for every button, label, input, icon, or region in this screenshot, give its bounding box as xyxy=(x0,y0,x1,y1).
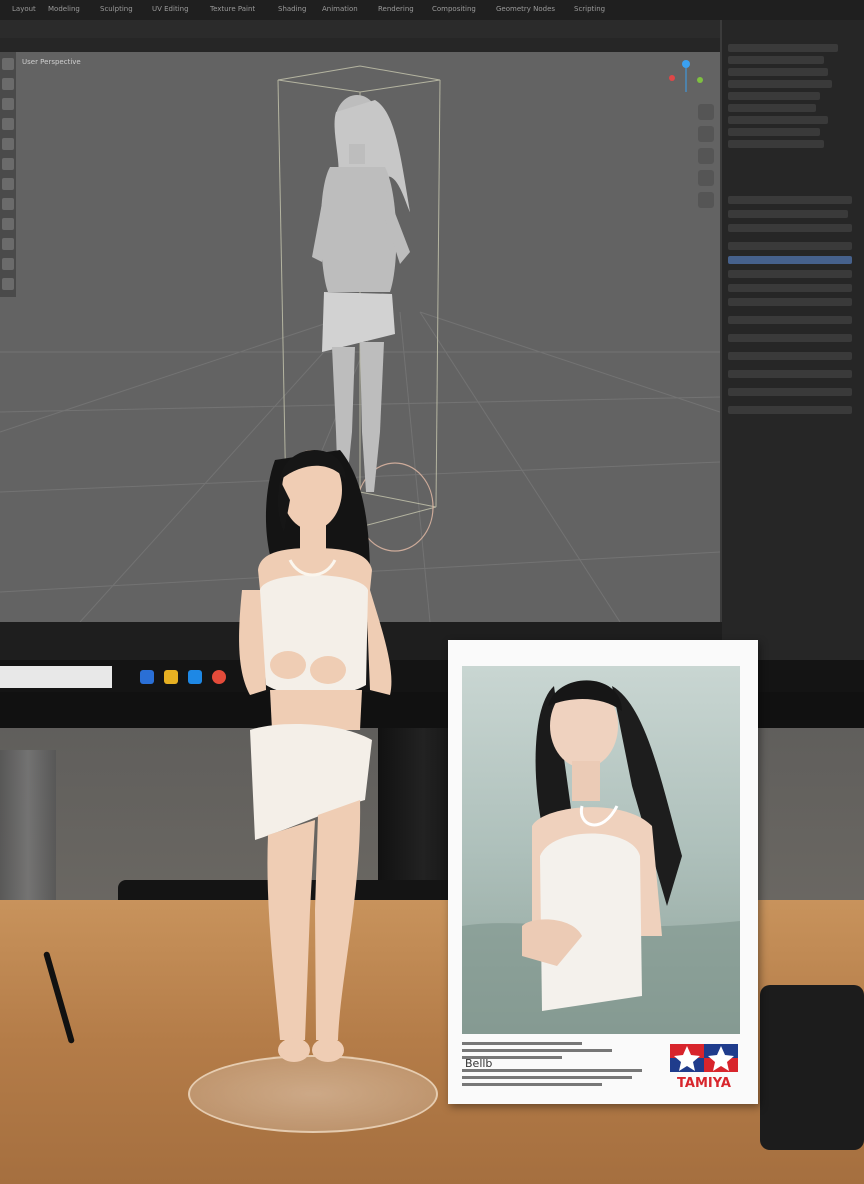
outliner-row[interactable] xyxy=(728,56,824,64)
outliner-row[interactable] xyxy=(728,68,828,76)
properties-row[interactable] xyxy=(728,352,852,360)
outliner-row[interactable] xyxy=(728,128,820,136)
properties-row[interactable] xyxy=(728,316,852,324)
properties-panel xyxy=(722,20,864,660)
move-tool-icon[interactable] xyxy=(2,98,14,110)
taskbar-search[interactable] xyxy=(0,666,112,688)
properties-row[interactable] xyxy=(728,388,852,396)
properties-row[interactable] xyxy=(728,224,852,232)
extrude-tool-icon[interactable] xyxy=(2,238,14,250)
menu-item: Modeling xyxy=(48,5,80,13)
properties-row[interactable] xyxy=(728,242,852,250)
menu-item: Sculpting xyxy=(100,5,133,13)
transform-tool-icon[interactable] xyxy=(2,158,14,170)
viewport-nav-buttons xyxy=(698,104,714,208)
menu-item: Layout xyxy=(12,5,36,13)
header-toolbar xyxy=(0,20,720,38)
menu-item: Scripting xyxy=(574,5,606,13)
sub-toolbar xyxy=(0,38,720,52)
outliner-row[interactable] xyxy=(728,80,832,88)
cursor-tool-icon[interactable] xyxy=(2,78,14,90)
annotate-tool-icon[interactable] xyxy=(2,178,14,190)
tamiya-star-icon xyxy=(670,1044,738,1072)
menu-item: Compositing xyxy=(432,5,476,13)
box-art-illustration xyxy=(462,680,740,1034)
rotate-tool-icon[interactable] xyxy=(2,118,14,130)
outliner-row[interactable] xyxy=(728,92,820,100)
add-tool-icon[interactable] xyxy=(2,218,14,230)
pen-holder xyxy=(0,750,56,900)
app-menubar: Layout Modeling Sculpting UV Editing Tex… xyxy=(0,0,864,20)
outliner-row[interactable] xyxy=(728,44,838,52)
outliner-row[interactable] xyxy=(728,140,824,148)
taskbar-app-icon[interactable] xyxy=(140,670,154,684)
properties-row[interactable] xyxy=(728,270,852,278)
menu-item: Shading xyxy=(278,5,307,13)
menu-item: Texture Paint xyxy=(210,5,256,13)
tamiya-logo: TAMIYA xyxy=(670,1044,738,1091)
properties-row[interactable] xyxy=(728,196,852,204)
properties-row[interactable] xyxy=(728,298,852,306)
properties-row[interactable] xyxy=(728,334,852,342)
properties-row[interactable] xyxy=(728,406,852,414)
box-art-photo xyxy=(462,666,740,1034)
outliner-row[interactable] xyxy=(728,104,816,112)
tool-strip xyxy=(0,52,16,297)
tamiya-wordmark: TAMIYA xyxy=(677,1076,731,1091)
properties-row[interactable] xyxy=(728,370,852,378)
taskbar-browser-icon[interactable] xyxy=(188,670,202,684)
monitor: Layout Modeling Sculpting UV Editing Tex… xyxy=(0,0,864,728)
taskbar-folder-icon[interactable] xyxy=(164,670,178,684)
menu-item: Animation xyxy=(322,5,358,13)
menu-item: Geometry Nodes xyxy=(496,5,556,13)
properties-row[interactable] xyxy=(728,284,852,292)
select-tool-icon[interactable] xyxy=(2,58,14,70)
scale-tool-icon[interactable] xyxy=(2,138,14,150)
monitor-screen: Layout Modeling Sculpting UV Editing Tex… xyxy=(0,0,864,692)
gray-sculpt-model xyxy=(312,95,410,492)
bevel-tool-icon[interactable] xyxy=(2,258,14,270)
nav-gizmo xyxy=(669,60,703,92)
properties-row[interactable] xyxy=(728,210,848,218)
properties-row-selected[interactable] xyxy=(728,256,852,264)
box-brand-mark: Bellb xyxy=(465,1057,493,1070)
knife-tool-icon[interactable] xyxy=(2,278,14,290)
photo-scene: Layout Modeling Sculpting UV Editing Tex… xyxy=(0,0,864,1184)
outliner-row[interactable] xyxy=(728,116,828,124)
mousepad xyxy=(760,985,864,1150)
menu-item: Rendering xyxy=(378,5,414,13)
resin-figure xyxy=(239,450,392,1062)
menu-item: UV Editing xyxy=(152,5,189,13)
measure-tool-icon[interactable] xyxy=(2,198,14,210)
